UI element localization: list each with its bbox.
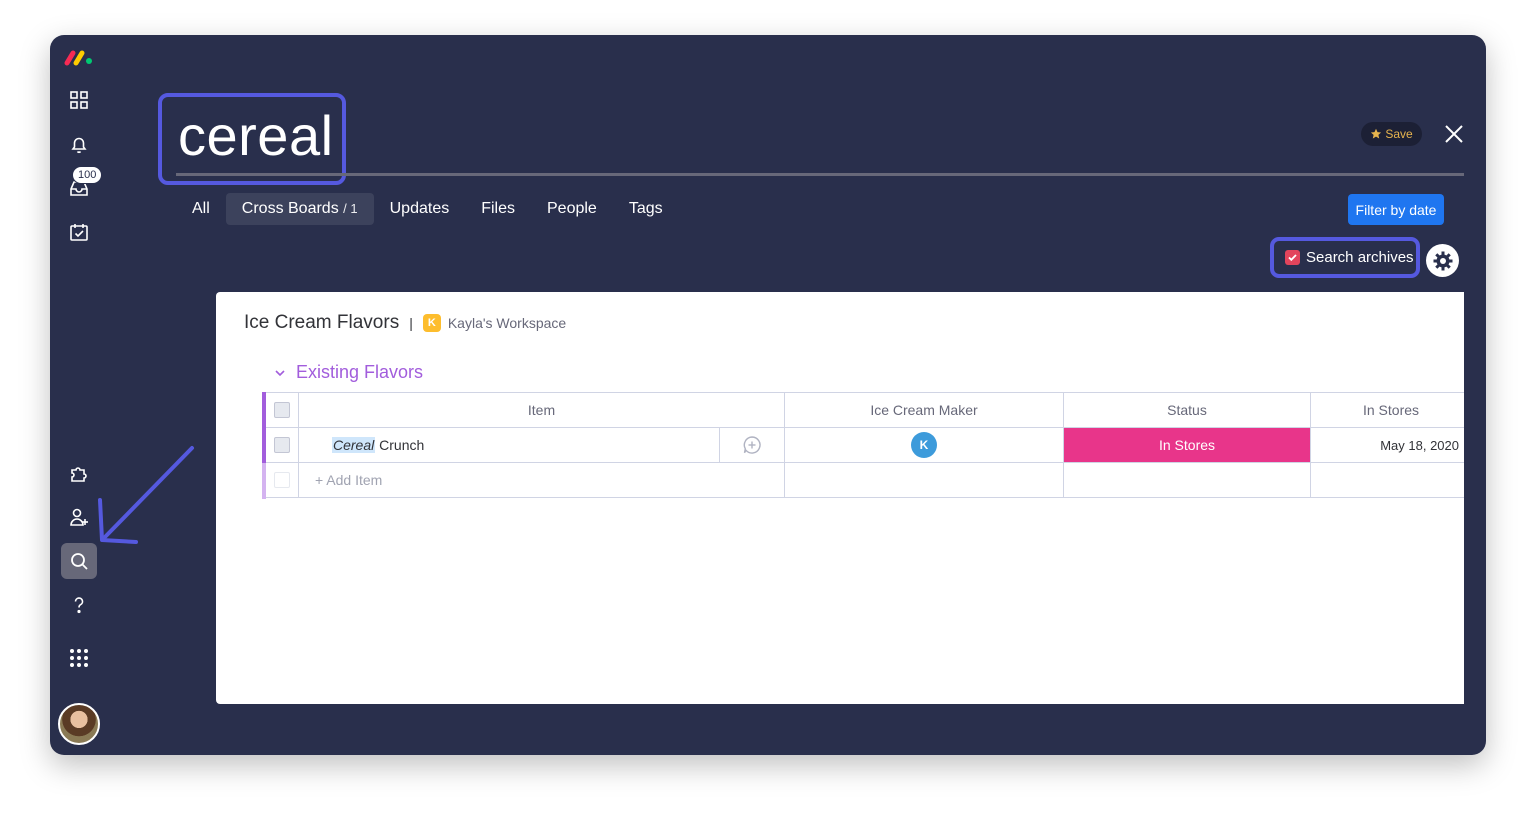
tab-files-label: Files bbox=[481, 200, 515, 217]
chevron-down-icon[interactable] bbox=[274, 367, 286, 379]
board-title[interactable]: Ice Cream Flavors bbox=[244, 312, 399, 334]
select-all-checkbox-cell bbox=[266, 392, 299, 428]
tab-all-label: All bbox=[192, 200, 210, 217]
tab-tags-label: Tags bbox=[628, 200, 663, 217]
search-underline bbox=[176, 173, 1464, 176]
search-match-highlight: Cereal bbox=[332, 437, 376, 453]
search-archives-label: Search archives bbox=[1306, 249, 1414, 266]
tab-cross-boards-count: / 1 bbox=[343, 201, 358, 216]
gear-icon bbox=[1433, 251, 1452, 270]
empty-cell bbox=[785, 462, 1064, 498]
in-stores-date-cell[interactable]: May 18, 2020 bbox=[1311, 427, 1464, 463]
my-work-icon[interactable] bbox=[61, 82, 97, 118]
updates-cell[interactable] bbox=[720, 427, 785, 463]
annotation-arrow-icon bbox=[98, 446, 194, 544]
tab-people-label: People bbox=[547, 200, 597, 217]
status-badge[interactable]: In Stores bbox=[1064, 427, 1311, 463]
tab-people[interactable]: People bbox=[531, 193, 613, 225]
search-window: 100 cereal Save All Cross Boards / 1 Upd… bbox=[50, 35, 1486, 755]
title-separator: | bbox=[409, 315, 413, 331]
add-update-icon[interactable] bbox=[742, 435, 762, 455]
add-row-checkbox bbox=[274, 471, 290, 488]
search-input[interactable]: cereal bbox=[178, 103, 334, 168]
column-header-item[interactable]: Item bbox=[299, 392, 785, 428]
tab-files[interactable]: Files bbox=[465, 193, 531, 225]
apps-grid-icon[interactable] bbox=[61, 640, 97, 676]
row-checkbox-cell bbox=[266, 427, 299, 463]
left-sidebar: 100 bbox=[50, 35, 108, 755]
select-all-checkbox[interactable] bbox=[274, 402, 290, 418]
group-header[interactable]: Existing Flavors bbox=[274, 362, 423, 383]
row-checkbox[interactable] bbox=[274, 437, 290, 453]
person-avatar[interactable]: K bbox=[911, 432, 937, 458]
settings-gear-button[interactable] bbox=[1426, 244, 1459, 277]
avatar[interactable] bbox=[58, 703, 100, 745]
tab-updates-label: Updates bbox=[389, 200, 450, 217]
tab-all[interactable]: All bbox=[176, 193, 226, 225]
empty-cell bbox=[1311, 462, 1464, 498]
search-tabs: All Cross Boards / 1 Updates Files Peopl… bbox=[176, 193, 679, 225]
search-archives-checkbox[interactable]: Search archives bbox=[1270, 237, 1420, 278]
star-icon bbox=[1371, 128, 1382, 139]
save-search-button[interactable]: Save bbox=[1361, 122, 1422, 146]
column-header-status[interactable]: Status bbox=[1064, 392, 1311, 428]
tab-tags[interactable]: Tags bbox=[613, 193, 679, 225]
tab-updates[interactable]: Updates bbox=[374, 193, 466, 225]
filter-by-date-button[interactable]: Filter by date bbox=[1348, 194, 1444, 225]
bell-icon[interactable] bbox=[61, 126, 97, 162]
search-results-panel: Ice Cream Flavors | K Kayla's Workspace … bbox=[216, 292, 1464, 704]
add-row-checkbox-cell bbox=[266, 462, 299, 498]
column-header-in-stores[interactable]: In Stores bbox=[1311, 392, 1464, 428]
table-row-item[interactable]: Cereal Crunch bbox=[299, 427, 720, 463]
board-header: Ice Cream Flavors | K Kayla's Workspace bbox=[244, 312, 566, 334]
monday-logo[interactable] bbox=[63, 47, 97, 67]
save-label: Save bbox=[1385, 127, 1413, 141]
close-icon[interactable] bbox=[1443, 123, 1465, 145]
item-name-rest: Crunch bbox=[375, 437, 425, 453]
workspace-name[interactable]: Kayla's Workspace bbox=[448, 315, 566, 331]
calendar-check-icon[interactable] bbox=[61, 214, 97, 250]
group-title: Existing Flavors bbox=[296, 362, 424, 382]
column-header-maker[interactable]: Ice Cream Maker bbox=[785, 392, 1064, 428]
workspace-icon: K bbox=[422, 314, 441, 332]
maker-cell[interactable]: K bbox=[785, 427, 1064, 463]
inbox-count-badge: 100 bbox=[72, 166, 103, 184]
tab-cross-boards[interactable]: Cross Boards / 1 bbox=[225, 193, 374, 225]
add-item-input[interactable]: + Add Item bbox=[299, 462, 785, 498]
checkbox-checked-icon[interactable] bbox=[1285, 250, 1300, 265]
empty-cell bbox=[1064, 462, 1311, 498]
help-icon[interactable] bbox=[61, 587, 97, 623]
tab-cross-boards-label: Cross Boards bbox=[241, 200, 339, 217]
